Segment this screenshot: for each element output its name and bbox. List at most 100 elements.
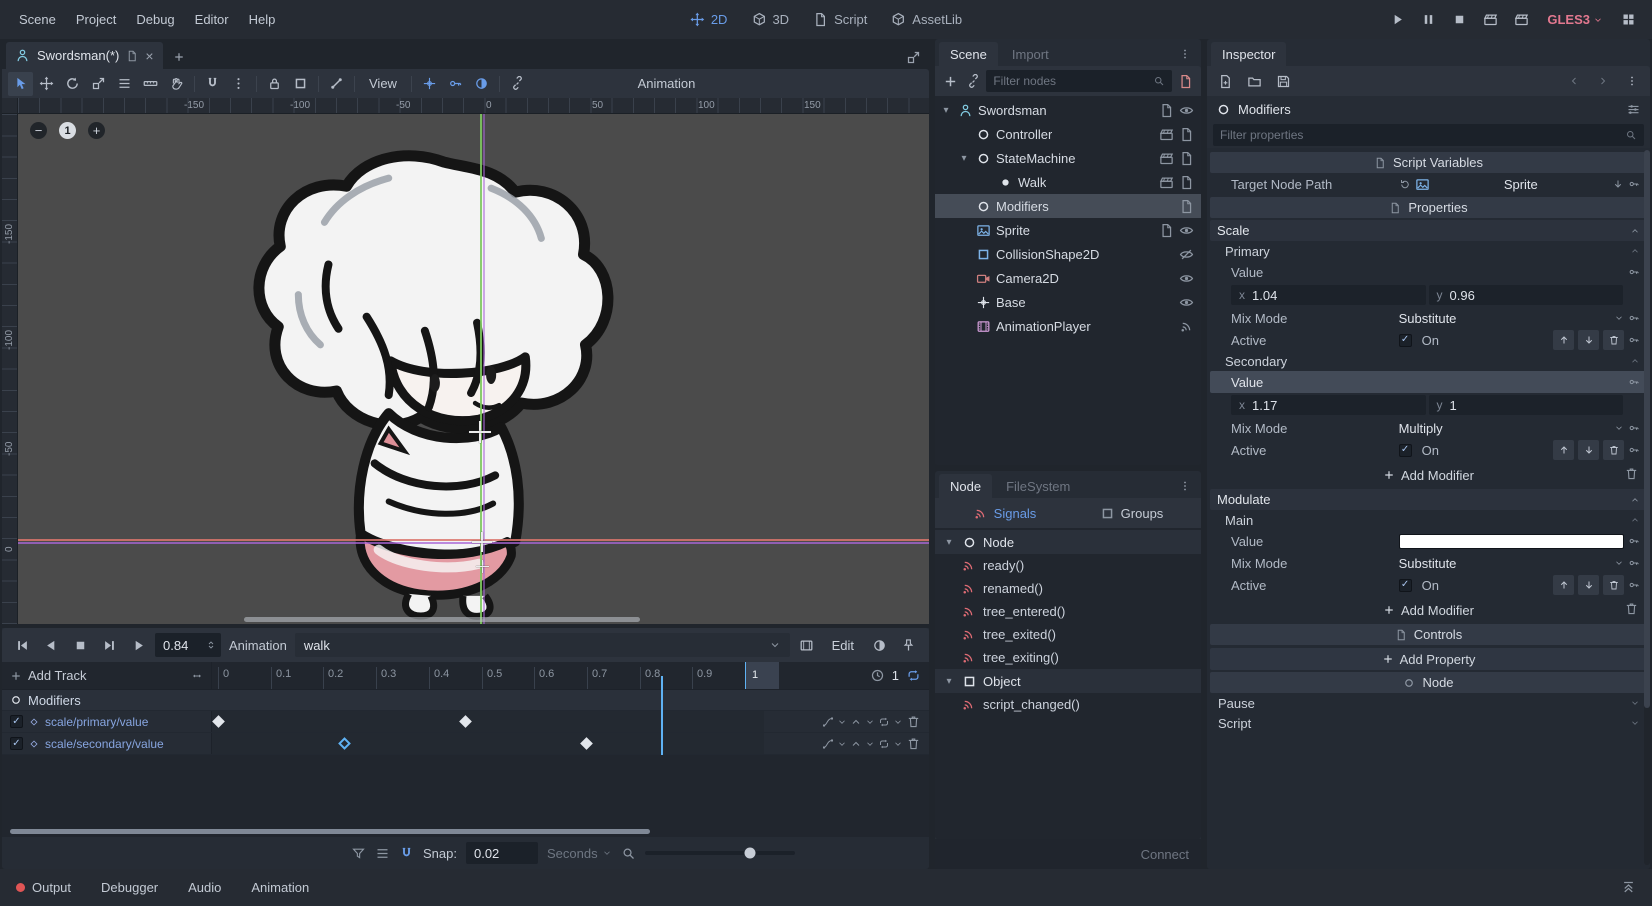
key-icon[interactable] bbox=[1628, 334, 1640, 346]
chevron-down-icon[interactable] bbox=[837, 717, 847, 727]
prop-secondary-value[interactable]: Value bbox=[1210, 371, 1647, 393]
timeline-hscrollbar[interactable] bbox=[2, 827, 929, 837]
add-modifier-scale[interactable]: Add Modifier bbox=[1210, 463, 1647, 487]
expand-bottom-panel-button[interactable] bbox=[1621, 880, 1636, 895]
scene-tab-swordsman[interactable]: Swordsman(*) × bbox=[6, 42, 163, 69]
signal-section-node[interactable]: ▾ Node bbox=[935, 530, 1201, 554]
tree-node-walk[interactable]: Walk bbox=[935, 170, 1201, 194]
active-checkbox[interactable] bbox=[1398, 333, 1412, 347]
group-node-button[interactable] bbox=[288, 72, 313, 96]
key-icon[interactable] bbox=[1628, 376, 1640, 388]
tree-node-animationplayer[interactable]: AnimationPlayer bbox=[935, 314, 1201, 338]
collapse-arrow[interactable]: ▾ bbox=[942, 676, 956, 687]
timeline-zoom-slider[interactable] bbox=[644, 847, 795, 859]
filter-nodes-field[interactable] bbox=[993, 74, 1149, 88]
zoom-reset-button[interactable]: 1 bbox=[59, 122, 76, 139]
tab-script-icon[interactable] bbox=[126, 50, 138, 62]
tree-node-controller[interactable]: Controller bbox=[935, 122, 1201, 146]
position-gizmo[interactable] bbox=[469, 421, 491, 443]
group-script[interactable]: Script bbox=[1210, 713, 1647, 733]
group-main[interactable]: Main bbox=[1210, 510, 1647, 530]
key-icon[interactable] bbox=[1628, 444, 1640, 456]
new-scene-tab-button[interactable] bbox=[167, 45, 191, 69]
close-tab-icon[interactable]: × bbox=[145, 48, 153, 64]
move-down-button[interactable] bbox=[1578, 440, 1599, 460]
mix-mode-value[interactable]: Substitute bbox=[1399, 311, 1457, 326]
filter-tracks-icon[interactable] bbox=[351, 846, 366, 861]
tree-node-camera2d[interactable]: Camera2D bbox=[935, 266, 1201, 290]
instance-scene-button[interactable] bbox=[964, 69, 983, 93]
section-node[interactable]: Node bbox=[1210, 672, 1647, 693]
active-checkbox[interactable] bbox=[1398, 578, 1412, 592]
filter-properties-field[interactable] bbox=[1220, 128, 1620, 142]
tree-node-swordsman[interactable]: ▾ Swordsman bbox=[935, 98, 1201, 122]
menu-debug[interactable]: Debug bbox=[127, 7, 183, 32]
tree-node-statemachine[interactable]: ▾ StateMachine bbox=[935, 146, 1201, 170]
track-keyframes[interactable] bbox=[212, 733, 764, 754]
primary-y-field[interactable]: y 0.96 bbox=[1428, 285, 1623, 305]
prop-main-active[interactable]: Active On bbox=[1210, 574, 1647, 596]
save-resource-button[interactable] bbox=[1271, 69, 1296, 93]
script-icon[interactable] bbox=[1179, 175, 1194, 190]
bottom-tab-audio[interactable]: Audio bbox=[188, 880, 221, 895]
pin-button[interactable] bbox=[896, 633, 921, 657]
primary-x-field[interactable]: x 1.04 bbox=[1231, 285, 1426, 305]
prop-main-value[interactable]: Value bbox=[1210, 530, 1647, 552]
snap-options-button[interactable] bbox=[226, 72, 251, 96]
tab-import[interactable]: Import bbox=[1001, 42, 1060, 66]
signal-tree-exited[interactable]: tree_exited() bbox=[935, 623, 1201, 646]
tab-filesystem[interactable]: FileSystem bbox=[995, 474, 1081, 498]
interpolation-icon[interactable] bbox=[850, 738, 862, 750]
wrap-mode-icon[interactable] bbox=[878, 738, 890, 750]
key-icon[interactable] bbox=[1628, 535, 1640, 547]
bottom-tab-output[interactable]: Output bbox=[16, 880, 71, 895]
revert-icon[interactable] bbox=[1399, 178, 1411, 190]
trash-icon[interactable] bbox=[1624, 466, 1639, 481]
update-mode-icon[interactable] bbox=[822, 738, 834, 750]
signals-tab[interactable]: Signals bbox=[941, 506, 1068, 521]
signal-script-changed[interactable]: script_changed() bbox=[935, 693, 1201, 716]
keying-toggle-button[interactable] bbox=[417, 72, 442, 96]
clapper-icon[interactable] bbox=[1159, 151, 1174, 166]
group-secondary[interactable]: Secondary bbox=[1210, 351, 1647, 371]
menu-help[interactable]: Help bbox=[240, 7, 285, 32]
workspace-3d[interactable]: 3D bbox=[743, 8, 797, 31]
pan-tool-button[interactable] bbox=[164, 72, 189, 96]
onion-skinning-button[interactable] bbox=[469, 72, 494, 96]
chevron-down-icon[interactable] bbox=[837, 739, 847, 749]
section-properties[interactable]: Properties bbox=[1210, 197, 1647, 218]
anim-stop-button[interactable] bbox=[68, 633, 93, 657]
autoplay-toggle-button[interactable] bbox=[794, 633, 819, 657]
category-modulate[interactable]: Modulate bbox=[1210, 489, 1647, 510]
key-icon[interactable] bbox=[1628, 178, 1640, 190]
scene-dock-menu-icon[interactable] bbox=[1173, 42, 1197, 66]
list-select-button[interactable] bbox=[112, 72, 137, 96]
filter-properties-input[interactable] bbox=[1213, 124, 1644, 146]
menu-editor[interactable]: Editor bbox=[186, 7, 238, 32]
ruler-tool-button[interactable] bbox=[138, 72, 163, 96]
tree-node-base[interactable]: Base bbox=[935, 290, 1201, 314]
prop-primary-value[interactable]: Value bbox=[1210, 261, 1647, 283]
script-icon[interactable] bbox=[1179, 199, 1194, 214]
tree-node-modifiers[interactable]: Modifiers bbox=[935, 194, 1201, 218]
prop-primary-mix-mode[interactable]: Mix Mode Substitute bbox=[1210, 307, 1647, 329]
keyframe[interactable] bbox=[211, 715, 225, 728]
script-icon[interactable] bbox=[1159, 223, 1174, 238]
clapper-icon[interactable] bbox=[1159, 127, 1174, 142]
delete-button[interactable] bbox=[1603, 440, 1624, 460]
visibility-icon[interactable] bbox=[1179, 271, 1194, 286]
anim-play-button[interactable] bbox=[126, 633, 151, 657]
lock-node-button[interactable] bbox=[262, 72, 287, 96]
tree-node-collisionshape2d[interactable]: CollisionShape2D bbox=[935, 242, 1201, 266]
new-resource-button[interactable] bbox=[1213, 69, 1238, 93]
animation-select[interactable]: walk bbox=[294, 633, 790, 657]
move-up-button[interactable] bbox=[1553, 575, 1574, 595]
inspector-menu-button[interactable] bbox=[1619, 69, 1644, 93]
skeleton-options-button[interactable] bbox=[324, 72, 349, 96]
track-enabled-checkbox[interactable] bbox=[10, 715, 23, 728]
menu-scene[interactable]: Scene bbox=[10, 7, 65, 32]
key-icon[interactable] bbox=[1628, 579, 1640, 591]
signal-tree-entered[interactable]: tree_entered() bbox=[935, 600, 1201, 623]
signal-tree-exiting[interactable]: tree_exiting() bbox=[935, 646, 1201, 669]
stop-button[interactable] bbox=[1446, 7, 1473, 33]
